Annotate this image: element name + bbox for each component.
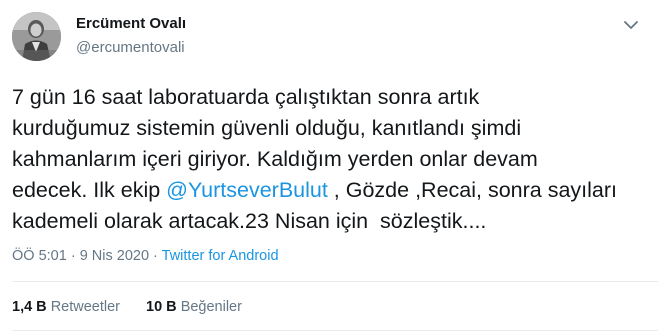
tweet-text-segment: edecek. Ilk ekip xyxy=(12,178,167,202)
author-handle[interactable]: @ercumentovali xyxy=(76,39,185,56)
profile-photo-icon xyxy=(12,12,61,61)
retweets-count: 1,4 B xyxy=(12,299,47,315)
chevron-down-icon xyxy=(624,21,638,29)
tweet-date[interactable]: 9 Nis 2020 xyxy=(80,248,149,264)
divider xyxy=(12,330,658,331)
likes-stat[interactable]: 10 B Beğeniler xyxy=(146,299,242,315)
avatar[interactable] xyxy=(12,12,61,61)
author-display-name[interactable]: Ercüment Ovalı xyxy=(76,15,186,32)
tweet-card: Ercüment Ovalı @ercumentovali 7 gün 16 s… xyxy=(0,0,670,335)
retweets-stat[interactable]: 1,4 B Retweetler xyxy=(12,299,120,315)
tweet-source-link[interactable]: Twitter for Android xyxy=(162,248,279,264)
meta-separator: · xyxy=(66,248,80,264)
tweet-text-line: edecek. Ilk ekip @YurtseverBulut , Gözde… xyxy=(12,175,657,206)
tweet-text-line: 7 gün 16 saat laboratuarda çalıştıktan s… xyxy=(12,85,480,109)
likes-label: Beğeniler xyxy=(180,299,242,315)
meta-separator: · xyxy=(149,248,162,264)
tweet-text-line: kahmanlarım içeri giriyor. Kaldığım yerd… xyxy=(12,147,538,171)
tweet-stats: 1,4 B Retweetler 10 B Beğeniler xyxy=(12,299,242,315)
divider xyxy=(12,281,658,282)
tweet-meta: ÖÖ 5:01 · 9 Nis 2020 · Twitter for Andro… xyxy=(12,248,279,264)
tweet-time[interactable]: ÖÖ 5:01 xyxy=(12,248,67,264)
likes-count: 10 B xyxy=(146,299,177,315)
tweet-text-segment: , Gözde ,Recai, sonra sayıları xyxy=(327,178,618,202)
tweet-text-line: kademeli olarak artacak.23 Nisan için sö… xyxy=(12,209,487,233)
retweets-label: Retweetler xyxy=(50,299,121,315)
tweet-text: 7 gün 16 saat laboratuarda çalıştıktan s… xyxy=(12,82,657,237)
tweet-text-line: kurduğumuz sistemin güvenli olduğu, kanı… xyxy=(12,116,522,140)
mention-link[interactable]: @YurtseverBulut xyxy=(166,178,328,202)
tweet-menu-button[interactable] xyxy=(620,14,642,36)
